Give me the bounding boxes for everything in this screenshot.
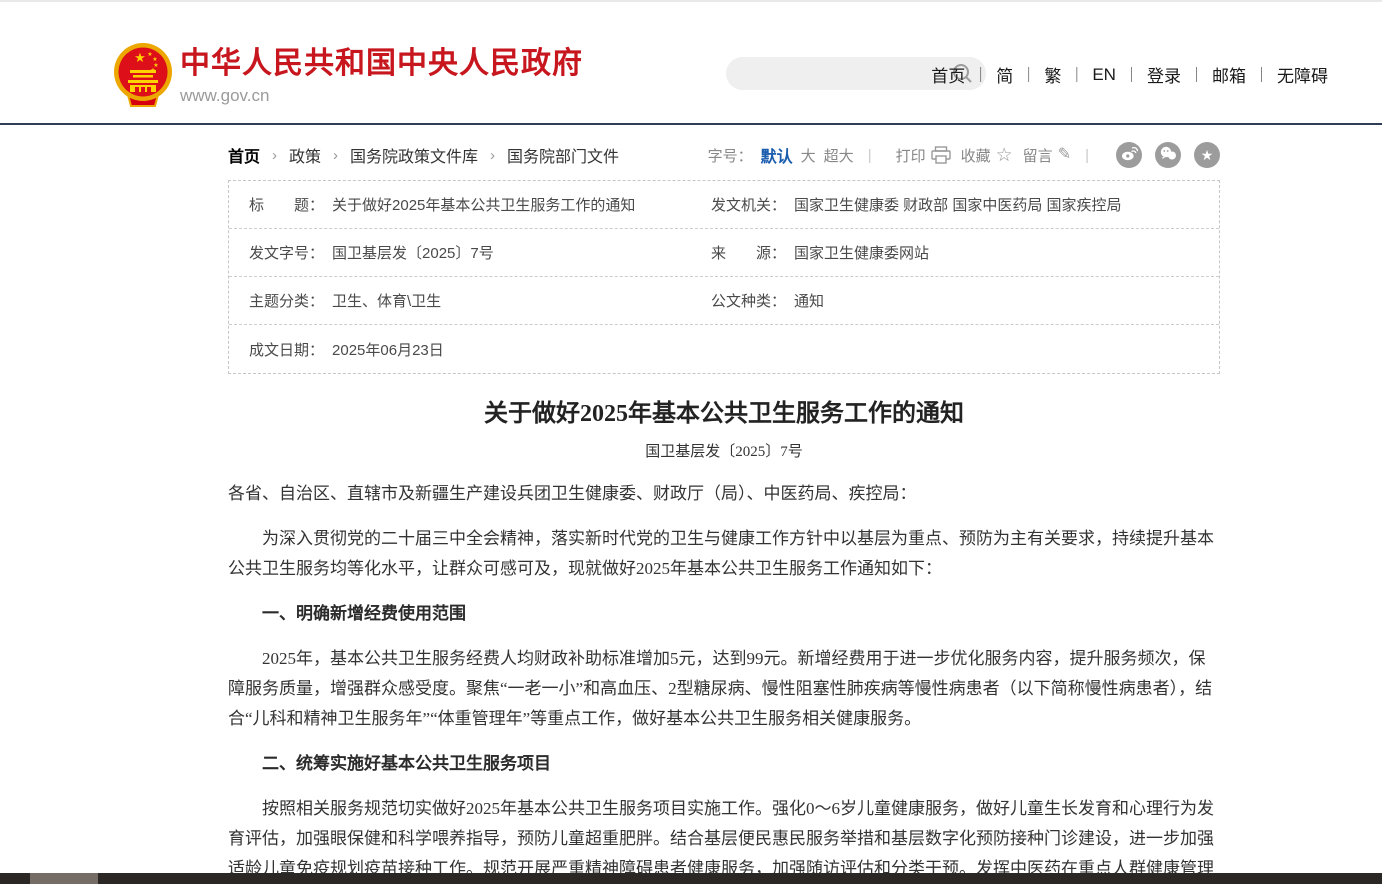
chevron-right-icon: ›: [333, 147, 338, 164]
chevron-right-icon: ›: [272, 147, 277, 164]
print-label: 打印: [896, 145, 926, 166]
nav-english[interactable]: EN: [1092, 65, 1116, 85]
breadcrumb-policy[interactable]: 政策: [289, 143, 321, 167]
weibo-icon: [1121, 146, 1138, 165]
svg-text:★: ★: [152, 56, 157, 63]
table-row: 标 题： 关于做好2025年基本公共卫生服务工作的通知 发文机关： 国家卫生健康…: [229, 181, 1219, 229]
national-emblem-icon: ★ ★ ★ ★ ★: [112, 42, 174, 108]
font-size-large-button[interactable]: 大: [801, 145, 816, 166]
main-content: 首页 › 政策 › 国务院政策文件库 › 国务院部门文件 字号： 默认 大 超大…: [228, 141, 1220, 884]
doc-number: 国卫基层发〔2025〕7号: [228, 440, 1220, 461]
paragraph-salutation: 各省、自治区、直辖市及新疆生产建设兵团卫生健康委、财政厅（局）、中医药局、疾控局…: [228, 479, 1220, 509]
meta-issuing-agency-value: 国家卫生健康委 财政部 国家中医药局 国家疾控局: [794, 194, 1122, 215]
font-size-label: 字号：: [708, 145, 753, 166]
printer-icon: [931, 146, 951, 164]
table-row: 发文字号： 国卫基层发〔2025〕7号 来 源： 国家卫生健康委网站: [229, 229, 1219, 277]
site-brand: 中华人民共和国中央人民政府 www.gov.cn: [180, 47, 583, 106]
top-nav: 首页 ｜ 简 ｜ 繁 ｜ EN ｜ 登录 ｜ 邮箱 ｜ 无障碍: [923, 62, 1336, 87]
print-button[interactable]: 打印: [896, 145, 951, 166]
meta-doc-type-label: 公文种类：: [711, 290, 786, 311]
site-header: ★ ★ ★ ★ ★ 中华人民共和国中央人民政府 www.gov.cn 首页: [0, 2, 1382, 123]
nav-login[interactable]: 登录: [1147, 62, 1181, 87]
paragraph-section-2: 按照相关服务规范切实做好2025年基本公共卫生服务项目实施工作。强化0～6岁儿童…: [228, 794, 1220, 884]
site-title: 中华人民共和国中央人民政府: [180, 47, 583, 81]
nav-traditional[interactable]: 繁: [1044, 62, 1061, 87]
nav-separator: ｜: [1189, 64, 1204, 85]
breadcrumb: 首页 › 政策 › 国务院政策文件库 › 国务院部门文件: [228, 143, 631, 167]
nav-separator: ｜: [973, 64, 988, 85]
article: 关于做好2025年基本公共卫生服务工作的通知 国卫基层发〔2025〕7号 各省、…: [228, 399, 1220, 884]
paragraph-section-1: 2025年，基本公共卫生服务经费人均财政补助标准增加5元，达到99元。新增经费用…: [228, 644, 1220, 734]
meta-date-value: 2025年06月23日: [332, 339, 444, 360]
star-icon: ☆: [996, 146, 1013, 165]
wechat-share-button[interactable]: [1155, 142, 1181, 168]
breadcrumb-policy-library[interactable]: 国务院政策文件库: [350, 143, 478, 167]
qzone-star-icon: ★: [1201, 148, 1214, 162]
font-size-default-button[interactable]: 默认: [761, 143, 793, 167]
comment-label: 留言: [1023, 145, 1053, 166]
comment-button[interactable]: 留言 ✎: [1023, 145, 1071, 166]
article-body: 各省、自治区、直辖市及新疆生产建设兵团卫生健康委、财政厅（局）、中医药局、疾控局…: [228, 479, 1220, 884]
search-input[interactable]: [726, 66, 952, 82]
meta-date-label: 成文日期：: [249, 339, 324, 360]
chevron-right-icon: ›: [490, 147, 495, 164]
meta-title-label: 标 题：: [249, 194, 324, 215]
nav-separator: ｜: [1069, 64, 1084, 85]
article-toolbar: 字号： 默认 大 超大 | 打印 收藏 ☆ 留言: [708, 142, 1220, 168]
meta-title-value: 关于做好2025年基本公共卫生服务工作的通知: [332, 194, 635, 215]
breadcrumb-home[interactable]: 首页: [228, 143, 260, 167]
qzone-share-button[interactable]: ★: [1194, 142, 1220, 168]
favorite-label: 收藏: [961, 145, 991, 166]
svg-text:★: ★: [134, 50, 146, 65]
nav-simplified[interactable]: 简: [996, 62, 1013, 87]
paragraph-intro: 为深入贯彻党的二十届三中全会精神，落实新时代党的卫生与健康工作方针中以基层为重点…: [228, 524, 1220, 584]
toolbar-divider: |: [1085, 147, 1089, 164]
scrollbar-thumb[interactable]: [30, 873, 98, 884]
toolbar-divider: |: [868, 147, 872, 164]
section-heading-2: 二、统筹实施好基本公共卫生服务项目: [228, 749, 1220, 779]
nav-home[interactable]: 首页: [931, 62, 965, 87]
nav-separator: ｜: [1021, 64, 1036, 85]
nav-separator: ｜: [1124, 64, 1139, 85]
horizontal-scrollbar[interactable]: [0, 873, 1382, 884]
pencil-icon: ✎: [1058, 147, 1071, 163]
weibo-share-button[interactable]: [1116, 142, 1142, 168]
meta-topic-value: 卫生、体育\卫生: [332, 290, 441, 311]
meta-doc-type-value: 通知: [794, 290, 824, 311]
nav-mail[interactable]: 邮箱: [1212, 62, 1246, 87]
breadcrumb-department-documents[interactable]: 国务院部门文件: [507, 143, 619, 167]
nav-accessibility[interactable]: 无障碍: [1277, 62, 1328, 87]
page-title: 关于做好2025年基本公共卫生服务工作的通知: [228, 399, 1220, 429]
favorite-button[interactable]: 收藏 ☆: [961, 145, 1013, 166]
meta-doc-number-value: 国卫基层发〔2025〕7号: [332, 242, 494, 263]
header-divider: [0, 123, 1382, 125]
nav-separator: ｜: [1254, 64, 1269, 85]
meta-topic-label: 主题分类：: [249, 290, 324, 311]
section-heading-1: 一、明确新增经费使用范围: [228, 599, 1220, 629]
table-row: 主题分类： 卫生、体育\卫生 公文种类： 通知: [229, 277, 1219, 325]
meta-source-label: 来 源：: [711, 242, 786, 263]
font-size-xlarge-button[interactable]: 超大: [824, 145, 854, 166]
table-row: 成文日期： 2025年06月23日: [229, 325, 1219, 373]
meta-doc-number-label: 发文字号：: [249, 242, 324, 263]
wechat-icon: [1160, 146, 1177, 165]
meta-source-value: 国家卫生健康委网站: [794, 242, 929, 263]
meta-issuing-agency-label: 发文机关：: [711, 194, 786, 215]
site-url: www.gov.cn: [180, 86, 583, 106]
document-meta-table: 标 题： 关于做好2025年基本公共卫生服务工作的通知 发文机关： 国家卫生健康…: [228, 180, 1220, 374]
